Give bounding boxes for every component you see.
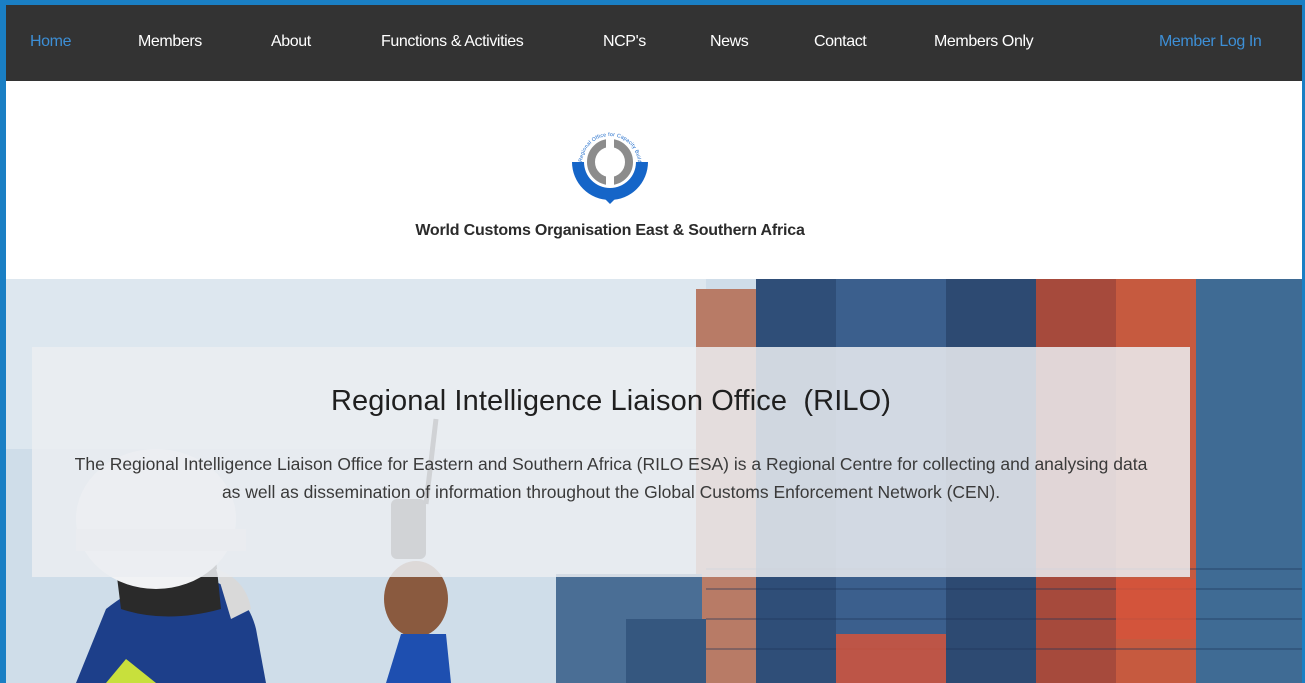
nav-item-functions-activities[interactable]: Functions & Activities: [381, 5, 524, 81]
wco-logo[interactable]: Regional Office for Capacity Building: [562, 112, 658, 208]
nav-item-members[interactable]: Members: [138, 5, 202, 81]
nav-item-contact[interactable]: Contact: [814, 5, 867, 81]
hero-description: The Regional Intelligence Liaison Office…: [74, 454, 1148, 502]
browser-frame: Home Members About Functions & Activitie…: [6, 5, 1302, 683]
site-header: Regional Office for Capacity Building Wo…: [6, 81, 1302, 279]
nav-item-about[interactable]: About: [271, 5, 311, 81]
top-navigation: Home Members About Functions & Activitie…: [6, 5, 1302, 81]
nav-item-news[interactable]: News: [710, 5, 749, 81]
hero-info-panel: Regional Intelligence Liaison Office (RI…: [32, 347, 1190, 577]
nav-item-members-only[interactable]: Members Only: [934, 5, 1034, 81]
nav-item-home[interactable]: Home: [30, 5, 71, 81]
hero-title: Regional Intelligence Liaison Office (RI…: [331, 385, 891, 417]
nav-item-ncps[interactable]: NCP's: [603, 5, 646, 81]
organisation-name: World Customs Organisation East & Southe…: [415, 222, 805, 239]
hero-banner: Regional Intelligence Liaison Office (RI…: [6, 279, 1302, 683]
member-login-link[interactable]: Member Log In: [1159, 5, 1262, 81]
